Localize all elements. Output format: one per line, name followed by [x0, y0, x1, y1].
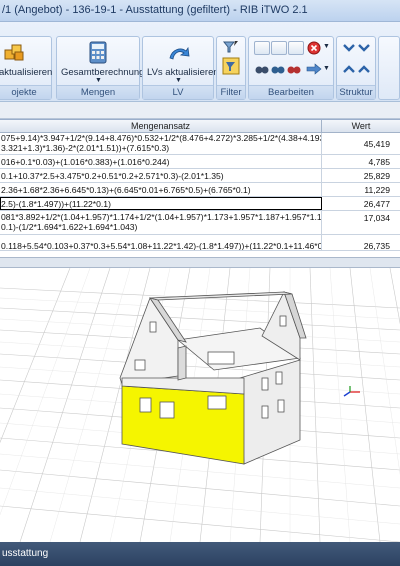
formula-cell[interactable]: 2.36+1.68*2.36+6.645*0.13)+(6.645*0.01+6… [0, 183, 322, 196]
delete-icon[interactable] [307, 41, 321, 55]
search-icon[interactable] [287, 63, 301, 75]
formula-cell[interactable]: 081*3.892+1/2*(1.04+1.957)*1.174+1/2*(1.… [0, 211, 322, 234]
building-model[interactable] [0, 268, 400, 542]
value-cell: 11,229 [364, 185, 390, 195]
chevron-down-icon[interactable]: ▼ [323, 65, 330, 72]
value-cell: 45,419 [363, 139, 390, 149]
chevron-down-icon[interactable]: ▼ [175, 77, 182, 84]
formula-cell[interactable]: 0.1+10.37*2.5+3.475*0.2+0.51*0.2+2.571*0… [0, 169, 322, 182]
copy-button[interactable] [254, 41, 270, 55]
app-window: /1 (Angebot) - 136-19-1 - Ausstattung (g… [0, 0, 400, 566]
lvs-aktualisieren-button[interactable]: LVs aktualisieren [147, 67, 219, 78]
collapse-icon[interactable] [341, 41, 373, 57]
3d-viewport[interactable] [0, 268, 400, 542]
table-row[interactable]: 075+9.14)*3.947+1/2*(9.14+8.476)*0.532+1… [0, 133, 400, 155]
window [159, 401, 175, 419]
binoculars-icon[interactable] [255, 63, 269, 75]
gesamtberechnung-button[interactable]: Gesamtberechnung [61, 67, 144, 78]
arrow-right-icon[interactable] [306, 63, 322, 75]
formula-cell-active[interactable]: 2.5)-(1.8*1.497))+(11.22*0.1) [0, 197, 322, 210]
value-cell: 26,477 [363, 199, 390, 209]
house-model[interactable] [119, 290, 307, 465]
group-label-filter: Filter [217, 85, 245, 99]
window [261, 405, 269, 419]
calculator-icon [89, 41, 107, 64]
chevron-down-icon[interactable]: ▼ [323, 43, 330, 50]
window [275, 371, 283, 385]
ribbon-group-objekte: aktualisieren ojekte [0, 36, 52, 100]
group-label-objekte: ojekte [0, 85, 51, 99]
aktualisieren-button[interactable]: aktualisieren [0, 67, 52, 78]
refresh-arrow-icon [169, 46, 190, 60]
group-label-lv: LV [143, 85, 213, 99]
ribbon-group-bearbeiten: ▼ ▼ Bearbeiten [248, 36, 334, 100]
window [207, 395, 227, 410]
table-row[interactable]: 2.36+1.68*2.36+6.645*0.13)+(6.645*0.01+6… [0, 183, 400, 197]
window-title: /1 (Angebot) - 136-19-1 - Ausstattung (g… [2, 4, 308, 16]
ribbon-group-filter: Filter [216, 36, 246, 100]
cubes-icon [4, 44, 24, 61]
formula-cell[interactable]: 075+9.14)*3.947+1/2*(9.14+8.476)*0.532+1… [0, 133, 322, 154]
window [261, 377, 269, 391]
value-cell: 25,829 [363, 171, 390, 181]
table-row-selected[interactable]: 2.5)-(1.8*1.497))+(11.22*0.1) 26,477 [0, 197, 400, 211]
cut-button[interactable] [288, 41, 304, 55]
pane-splitter[interactable] [0, 257, 400, 268]
status-text: usstattung [2, 548, 49, 559]
value-cell: 17,034 [363, 213, 390, 223]
column-header-wert[interactable]: Wert [322, 120, 400, 133]
table-row[interactable]: 0.1+10.37*2.5+3.475*0.2+0.51*0.2+2.571*0… [0, 169, 400, 183]
table-row[interactable]: 0.118+5.54*0.103+0.37*0.3+5.54*1.08+11.2… [0, 235, 400, 251]
ribbon-group-partial [378, 36, 400, 100]
window [277, 399, 285, 413]
group-label-mengen: Mengen [57, 85, 139, 99]
filter-apply-icon[interactable] [222, 57, 240, 75]
toolbar-strip [0, 102, 400, 119]
table-row[interactable]: 016+0.1*0.03)+(1.016*0.383)+(1.016*0.244… [0, 155, 400, 169]
ribbon-group-mengen: Gesamtberechnung ▼ Mengen [56, 36, 144, 100]
expand-icon[interactable] [341, 61, 373, 77]
status-bar: usstattung [0, 542, 400, 566]
filter-brush-icon[interactable] [222, 39, 240, 55]
find-replace-icon[interactable] [271, 63, 285, 75]
ribbon-group-lv: LVs aktualisieren ▼ LV [142, 36, 219, 100]
group-label-struktur: Struktur [337, 85, 375, 99]
value-cell: 26,735 [363, 241, 390, 251]
table-row[interactable]: 081*3.892+1/2*(1.04+1.957)*1.174+1/2*(1.… [0, 211, 400, 235]
quantity-grid: Mengenansatz Wert 075+9.14)*3.947+1/2*(9… [0, 119, 400, 257]
formula-cell[interactable]: 0.118+5.54*0.103+0.37*0.3+5.54*1.08+11.2… [0, 235, 322, 250]
ribbon-group-struktur: Struktur [336, 36, 376, 100]
group-label-bearbeiten: Bearbeiten [249, 85, 333, 99]
window [139, 397, 152, 413]
grid-header: Mengenansatz Wert [0, 120, 400, 133]
column-header-mengenansatz[interactable]: Mengenansatz [0, 120, 322, 133]
value-cell: 4,785 [368, 157, 390, 167]
formula-cell[interactable]: 016+0.1*0.03)+(1.016*0.383)+(1.016*0.244… [0, 155, 322, 168]
title-bar: /1 (Angebot) - 136-19-1 - Ausstattung (g… [0, 0, 400, 22]
chevron-down-icon[interactable]: ▼ [95, 77, 102, 84]
ribbon: aktualisieren ojekte Gesamtberechnung ▼ … [0, 22, 400, 102]
paste-button[interactable] [271, 41, 287, 55]
